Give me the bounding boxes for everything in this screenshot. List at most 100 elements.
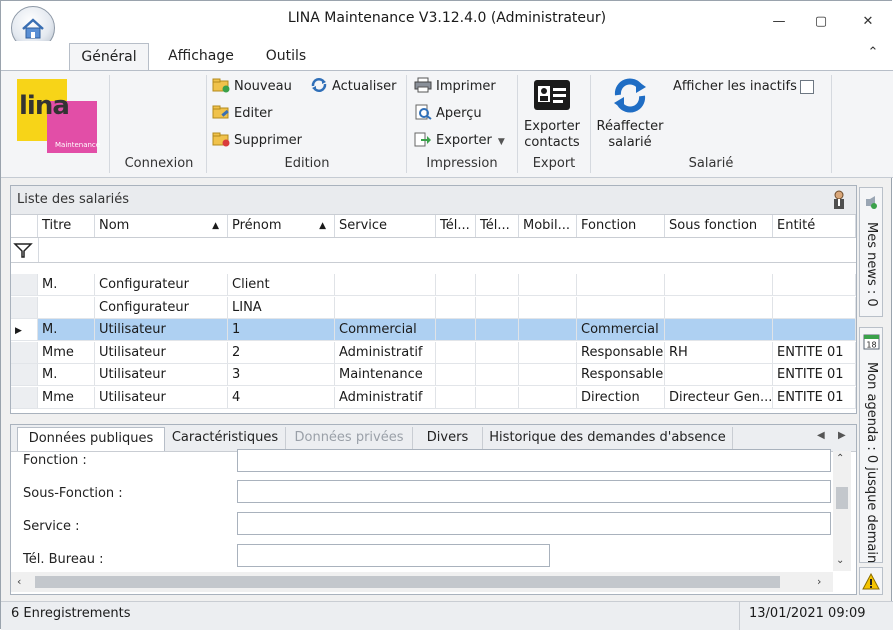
- row-selector[interactable]: [11, 296, 38, 318]
- actualiser-button[interactable]: Actualiser: [310, 76, 396, 98]
- table-row[interactable]: M. Configurateur Client: [11, 274, 856, 296]
- cell-nom[interactable]: Utilisateur: [95, 319, 228, 341]
- cell-mobile[interactable]: [519, 296, 577, 318]
- cell-tel2[interactable]: [476, 341, 519, 363]
- cell-prenom[interactable]: 2: [228, 341, 335, 363]
- cell-sous-fonction[interactable]: RH: [665, 341, 773, 363]
- cell-titre[interactable]: Mme: [38, 387, 95, 408]
- cell-sous-fonction[interactable]: [665, 364, 773, 386]
- table-row[interactable]: M. Utilisateur 3 Maintenance Responsable ENTI…: [11, 364, 856, 387]
- cell-prenom[interactable]: LINA: [228, 296, 335, 318]
- cell-entite[interactable]: ENTITE 01: [773, 364, 856, 386]
- row-selector[interactable]: [11, 364, 38, 386]
- scroll-right-icon[interactable]: ›: [817, 575, 821, 588]
- supprimer-button[interactable]: Supprimer: [212, 130, 302, 152]
- cell-service[interactable]: [335, 274, 436, 295]
- agenda-side-panel[interactable]: 18 Mon agenda : 0 jusque demain: [859, 327, 883, 563]
- row-selector[interactable]: [11, 274, 38, 295]
- column-header-sous-fonction[interactable]: Sous fonction: [665, 215, 773, 237]
- cell-fonction[interactable]: Responsable: [577, 341, 665, 363]
- exporter-button[interactable]: Exporter ▼: [414, 130, 505, 152]
- cell-fonction[interactable]: Commercial: [577, 319, 665, 341]
- scroll-down-icon[interactable]: ⌄: [836, 555, 844, 566]
- column-header-nom[interactable]: Nom ▲: [95, 215, 228, 237]
- cell-prenom[interactable]: Client: [228, 274, 335, 295]
- column-header-fonction[interactable]: Fonction: [577, 215, 665, 237]
- tab-scroll-left-icon[interactable]: ◀: [817, 430, 825, 441]
- scroll-up-icon[interactable]: ⌃: [836, 453, 844, 464]
- cell-fonction[interactable]: [577, 274, 665, 295]
- cell-nom[interactable]: Configurateur: [95, 274, 228, 295]
- cell-tel2[interactable]: [476, 387, 519, 408]
- cell-tel1[interactable]: [436, 387, 476, 408]
- row-selector[interactable]: ▶: [11, 319, 38, 341]
- cell-service[interactable]: [335, 296, 436, 318]
- tel-bureau-field[interactable]: [237, 544, 550, 567]
- tab-scroll-right-icon[interactable]: ▶: [838, 430, 846, 441]
- filter-icon[interactable]: [13, 242, 33, 258]
- nouveau-button[interactable]: Nouveau: [212, 76, 292, 98]
- cell-mobile[interactable]: [519, 274, 577, 295]
- cell-service[interactable]: Commercial: [335, 319, 436, 341]
- column-header-mobile[interactable]: Mobil...: [519, 215, 577, 237]
- table-row[interactable]: ▶ M. Utilisateur 1 Commercial Commercial: [11, 319, 856, 342]
- apercu-button[interactable]: Aperçu: [414, 103, 482, 125]
- cell-tel1[interactable]: [436, 274, 476, 295]
- detail-horizontal-scrollbar[interactable]: ‹ ›: [11, 572, 833, 592]
- cell-prenom[interactable]: 3: [228, 364, 335, 386]
- column-header-titre[interactable]: Titre: [38, 215, 95, 237]
- alerts-side-panel[interactable]: [859, 567, 883, 595]
- column-header-prenom[interactable]: Prénom ▲: [228, 215, 335, 237]
- close-button[interactable]: ✕: [858, 12, 878, 32]
- cell-nom[interactable]: Configurateur: [95, 296, 228, 318]
- cell-service[interactable]: Maintenance: [335, 364, 436, 386]
- cell-sous-fonction[interactable]: [665, 296, 773, 318]
- maximize-button[interactable]: ▢: [811, 12, 831, 32]
- column-header-tel2[interactable]: Tél...: [476, 215, 519, 237]
- cell-titre[interactable]: M.: [38, 364, 95, 386]
- cell-tel1[interactable]: [436, 319, 476, 341]
- cell-mobile[interactable]: [519, 387, 577, 408]
- cell-fonction[interactable]: Responsable: [577, 364, 665, 386]
- cell-tel2[interactable]: [476, 274, 519, 295]
- scroll-thumb[interactable]: [836, 487, 848, 509]
- exporter-contacts-button[interactable]: Exporter contacts: [519, 77, 585, 151]
- cell-tel2[interactable]: [476, 296, 519, 318]
- imprimer-button[interactable]: Imprimer: [414, 76, 496, 98]
- scroll-left-icon[interactable]: ‹: [17, 575, 21, 588]
- cell-sous-fonction[interactable]: [665, 319, 773, 341]
- cell-nom[interactable]: Utilisateur: [95, 387, 228, 408]
- table-row[interactable]: Mme Utilisateur 4 Administratif Direction Dir…: [11, 387, 856, 409]
- cell-service[interactable]: Administratif: [335, 387, 436, 408]
- column-header-service[interactable]: Service: [335, 215, 436, 237]
- table-row[interactable]: Configurateur LINA: [11, 296, 856, 319]
- tab-general[interactable]: Général: [69, 43, 149, 71]
- cell-titre[interactable]: Mme: [38, 341, 95, 363]
- table-row[interactable]: Mme Utilisateur 2 Administratif Responsable R…: [11, 341, 856, 364]
- tab-historique-absences[interactable]: Historique des demandes d'absence: [483, 427, 733, 451]
- sous-fonction-field[interactable]: [237, 480, 831, 503]
- cell-entite[interactable]: ENTITE 01: [773, 387, 856, 408]
- reaffecter-salarie-button[interactable]: Réaffecter salarié: [594, 77, 666, 151]
- horizontal-scroll-thumb[interactable]: [35, 576, 780, 588]
- cell-mobile[interactable]: [519, 319, 577, 341]
- fonction-field[interactable]: [237, 449, 831, 472]
- row-selector[interactable]: [11, 387, 38, 408]
- cell-mobile[interactable]: [519, 341, 577, 363]
- cell-tel1[interactable]: [436, 364, 476, 386]
- cell-tel2[interactable]: [476, 364, 519, 386]
- tab-affichage[interactable]: Affichage: [161, 43, 241, 71]
- person-icon[interactable]: [831, 189, 847, 211]
- cell-sous-fonction[interactable]: Directeur Gen...: [665, 387, 773, 408]
- cell-titre[interactable]: M.: [38, 274, 95, 295]
- cell-fonction[interactable]: Direction: [577, 387, 665, 408]
- cell-prenom[interactable]: 1: [228, 319, 335, 341]
- cell-mobile[interactable]: [519, 364, 577, 386]
- cell-service[interactable]: Administratif: [335, 341, 436, 363]
- cell-sous-fonction[interactable]: [665, 274, 773, 295]
- column-header-tel1[interactable]: Tél...: [436, 215, 476, 237]
- tab-divers[interactable]: Divers: [413, 427, 483, 451]
- cell-tel1[interactable]: [436, 296, 476, 318]
- row-selector[interactable]: [11, 341, 38, 363]
- cell-tel2[interactable]: [476, 319, 519, 341]
